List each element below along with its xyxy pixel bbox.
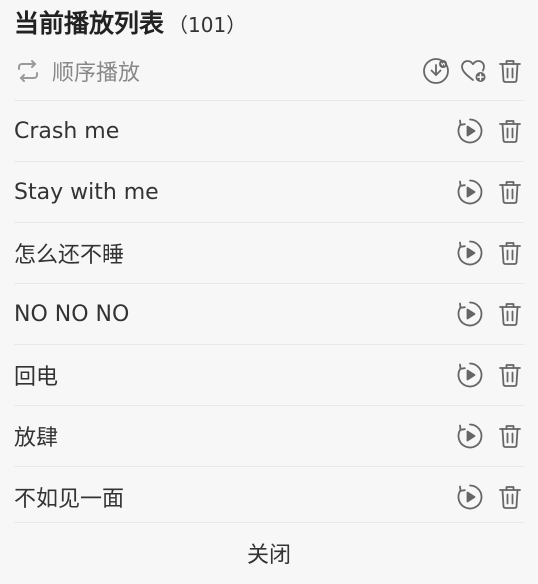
song-title: 怎么还不睡 [14,243,125,268]
song-title: 放肆 [14,426,59,451]
trash-icon[interactable] [496,483,524,511]
playlist-header: 当前播放列表 （101） [14,4,246,44]
play-next-icon[interactable] [456,361,484,389]
play-next-icon[interactable] [456,117,484,145]
list-item[interactable]: Crash me [14,100,524,161]
download-icon[interactable] [422,57,450,85]
play-next-icon[interactable] [456,239,484,267]
list-item[interactable]: 回电 [14,344,524,405]
list-item[interactable]: Stay with me [14,161,524,222]
list-item[interactable]: 不如见一面 [14,466,524,527]
song-count: （101） [168,13,247,37]
song-title: Stay with me [14,179,159,205]
play-mode-label[interactable]: 顺序播放 [52,55,413,87]
trash-icon[interactable] [496,117,524,145]
list-item[interactable]: 放肆 [14,405,524,466]
list-item[interactable]: 怎么还不睡 [14,222,524,283]
play-next-icon[interactable] [456,422,484,450]
play-next-icon[interactable] [456,300,484,328]
trash-icon[interactable] [496,300,524,328]
repeat-icon[interactable] [14,57,42,85]
trash-icon[interactable] [496,422,524,450]
song-title: Crash me [14,118,120,144]
close-button[interactable]: 关闭 [14,522,524,583]
play-next-icon[interactable] [456,483,484,511]
favorite-add-icon[interactable] [459,57,487,85]
song-list: Crash me Stay with me 怎么还不睡 NO NO NO 回电 … [14,100,524,527]
list-item[interactable]: NO NO NO [14,283,524,344]
play-mode-row: 顺序播放 [14,48,524,94]
trash-icon[interactable] [496,361,524,389]
song-title: 回电 [14,365,59,390]
trash-icon[interactable] [496,57,524,85]
song-title: NO NO NO [14,301,130,327]
close-label: 关闭 [246,543,291,568]
song-title: 不如见一面 [14,487,125,512]
page-title: 当前播放列表 [14,9,165,38]
play-next-icon[interactable] [456,178,484,206]
trash-icon[interactable] [496,239,524,267]
trash-icon[interactable] [496,178,524,206]
